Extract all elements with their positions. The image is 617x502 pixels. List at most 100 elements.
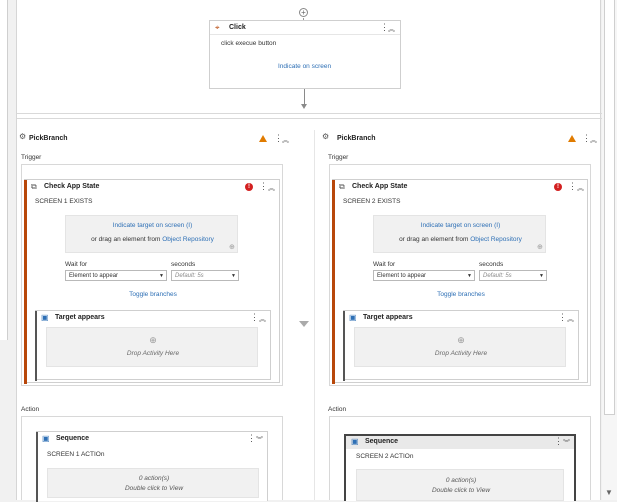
left-target-search-icon[interactable]: ⊕ <box>229 244 235 251</box>
right-pickbranch-collapse-icon[interactable]: ︽ <box>590 135 597 145</box>
right-drop-activity-zone[interactable]: ⊕ Drop Activity Here <box>354 327 566 367</box>
right-check-more-icon[interactable]: ⋮ <box>568 181 577 192</box>
right-sequence-more-icon[interactable]: ⋮ <box>554 436 563 447</box>
left-seconds-input[interactable]: Default: 5s ▼ <box>171 270 239 281</box>
left-action-label: Action <box>21 406 40 413</box>
right-indicate-target-box[interactable]: Indicate target on screen (I) or drag an… <box>373 215 546 253</box>
right-check-app-state-card[interactable]: ⧉ Check App State ! ⋮ ︽ SCREEN 2 EXISTS … <box>332 179 589 384</box>
left-pickbranch-header[interactable]: ⚙ PickBranch ⋮ ︽ <box>17 131 296 145</box>
left-wait-for-value: Element to appear <box>69 273 119 279</box>
left-panel-edge <box>0 0 8 340</box>
left-drag-element-text: or drag an element from Object Repositor… <box>66 236 239 243</box>
right-sequence-double-click-hint: Double click to View <box>431 487 491 494</box>
left-seconds-label: seconds <box>171 261 196 268</box>
right-trigger-container: ⧉ Check App State ! ⋮ ︽ SCREEN 2 EXISTS … <box>329 164 591 386</box>
left-check-app-state-card[interactable]: ⧉ Check App State ! ⋮ ︽ SCREEN 1 EXISTS … <box>24 179 281 384</box>
left-sequence-body[interactable]: 0 action(s) Double click to View <box>47 468 259 498</box>
right-target-appears-card[interactable]: ▣ Target appears ⋮ ︽ ⊕ Drop Activity Her… <box>343 310 579 381</box>
right-wait-for-dropdown[interactable]: Element to appear ▼ <box>373 270 475 281</box>
right-seconds-input[interactable]: Default: 5s ▼ <box>479 270 547 281</box>
left-check-subtitle: SCREEN 1 EXISTS <box>35 198 93 205</box>
right-target-appears-collapse-icon[interactable]: ︽ <box>567 314 574 324</box>
left-drop-add-icon[interactable]: ⊕ <box>47 335 259 346</box>
left-sequence-accent <box>36 432 38 502</box>
left-sequence-more-icon[interactable]: ⋮ <box>247 433 256 444</box>
left-pickbranch-more-icon[interactable]: ⋮ <box>274 133 283 144</box>
left-sequence-title: Sequence <box>56 435 90 442</box>
right-target-appears-title: Target appears <box>363 314 413 321</box>
right-seconds-placeholder: Default: 5s <box>483 273 512 279</box>
left-toggle-branches-link[interactable]: Toggle branches <box>25 291 281 298</box>
left-check-app-state-title: Check App State <box>44 183 100 190</box>
right-toggle-branches-link[interactable]: Toggle branches <box>333 291 589 298</box>
click-collapse-icon[interactable]: ︽ <box>388 24 395 34</box>
scroll-down-arrow-icon[interactable]: ▼ <box>605 488 613 497</box>
left-pickbranch-collapse-icon[interactable]: ︽ <box>282 135 289 145</box>
section-divider-top-2 <box>17 118 602 119</box>
left-object-repository-link[interactable]: Object Repository <box>162 236 214 243</box>
left-sequence-subtitle: SCREEN 1 ACTIOn <box>47 451 105 458</box>
left-check-app-state-accent <box>24 180 27 384</box>
left-drop-activity-zone[interactable]: ⊕ Drop Activity Here <box>46 327 258 367</box>
left-sequence-double-click-hint: Double click to View <box>124 485 184 492</box>
left-trigger-label: Trigger <box>21 154 42 161</box>
right-object-repository-link[interactable]: Object Repository <box>470 236 522 243</box>
left-drag-prefix: or drag an element from <box>91 236 161 243</box>
right-target-appears-more-icon[interactable]: ⋮ <box>558 312 567 323</box>
left-trigger-container: ⧉ Check App State ! ⋮ ︽ SCREEN 1 EXISTS … <box>21 164 283 386</box>
left-target-appears-collapse-icon[interactable]: ︽ <box>259 314 266 324</box>
right-wait-for-chevron-down-icon: ▼ <box>467 273 472 279</box>
right-pickbranch-more-icon[interactable]: ⋮ <box>582 133 591 144</box>
left-target-appears-card[interactable]: ▣ Target appears ⋮ ︽ ⊕ Drop Activity Her… <box>35 310 271 381</box>
add-activity-top-icon[interactable]: + <box>299 8 308 17</box>
right-drag-element-text: or drag an element from Object Repositor… <box>374 236 547 243</box>
right-target-appears-icon: ▣ <box>349 313 357 322</box>
vertical-scrollbar[interactable]: ▼ <box>602 0 617 500</box>
click-activity-card[interactable]: ⌖ Click ⋮ ︽ click execue button Indicate… <box>209 20 401 89</box>
left-indicate-target-link[interactable]: Indicate target on screen (I) <box>66 222 239 229</box>
pick-branch-arrow-icon <box>299 321 309 327</box>
left-pickbranch-title: PickBranch <box>29 135 68 142</box>
scrollbar-thumb[interactable] <box>604 0 615 415</box>
left-wait-for-dropdown[interactable]: Element to appear ▼ <box>65 270 167 281</box>
right-sequence-expand-icon[interactable]: ︾ <box>563 438 570 448</box>
right-sequence-card[interactable]: ▣ Sequence ⋮ ︾ SCREEN 2 ACTIOn 0 action(… <box>344 434 576 501</box>
right-seconds-chevron-down-icon[interactable]: ▼ <box>539 273 544 279</box>
check-app-state-icon: ⧉ <box>31 182 37 191</box>
left-sequence-card[interactable]: ▣ Sequence ⋮ ︾ SCREEN 1 ACTIOn 0 action(… <box>36 431 268 502</box>
click-more-options-icon[interactable]: ⋮ <box>380 22 389 33</box>
right-check-collapse-icon[interactable]: ︽ <box>577 183 584 193</box>
workflow-area: + ⌖ Click ⋮ ︽ click execue button Indica… <box>16 0 602 502</box>
branch-column-divider <box>314 130 315 500</box>
right-sequence-title: Sequence <box>365 438 399 445</box>
right-check-app-state-accent <box>332 180 335 384</box>
right-target-search-icon[interactable]: ⊕ <box>537 244 543 251</box>
left-check-more-icon[interactable]: ⋮ <box>259 181 268 192</box>
left-indicate-target-box[interactable]: Indicate target on screen (I) or drag an… <box>65 215 238 253</box>
left-sequence-expand-icon[interactable]: ︾ <box>256 435 263 445</box>
right-error-icon: ! <box>554 183 562 191</box>
right-drop-add-icon[interactable]: ⊕ <box>355 335 567 346</box>
right-sequence-subtitle: SCREEN 2 ACTIOn <box>356 453 414 460</box>
right-pickbranch-header[interactable]: ⚙ PickBranch ⋮ ︽ <box>320 131 602 145</box>
click-activity-title: Click <box>229 24 246 31</box>
left-target-appears-icon: ▣ <box>41 313 49 322</box>
left-seconds-chevron-down-icon[interactable]: ▼ <box>231 273 236 279</box>
pickbranch-icon: ⚙ <box>322 132 330 141</box>
left-check-collapse-icon[interactable]: ︽ <box>268 183 275 193</box>
right-wait-for-value: Element to appear <box>377 273 427 279</box>
right-drag-prefix: or drag an element from <box>399 236 469 243</box>
left-drop-activity-text: Drop Activity Here <box>126 350 180 357</box>
right-check-app-state-title: Check App State <box>352 183 408 190</box>
right-sequence-body[interactable]: 0 action(s) Double click to View <box>356 469 564 501</box>
click-icon: ⌖ <box>215 23 220 32</box>
right-indicate-target-link[interactable]: Indicate target on screen (I) <box>374 222 547 229</box>
left-wait-for-label: Wait for <box>65 261 88 268</box>
left-target-appears-accent <box>35 311 37 381</box>
click-indicate-on-screen-link[interactable]: Indicate on screen <box>278 63 331 70</box>
left-wait-for-chevron-down-icon: ▼ <box>159 273 164 279</box>
left-seconds-placeholder: Default: 5s <box>175 273 204 279</box>
workflow-designer-canvas: + ⌖ Click ⋮ ︽ click execue button Indica… <box>0 0 617 502</box>
left-target-appears-more-icon[interactable]: ⋮ <box>250 312 259 323</box>
check-app-state-icon: ⧉ <box>339 182 345 191</box>
